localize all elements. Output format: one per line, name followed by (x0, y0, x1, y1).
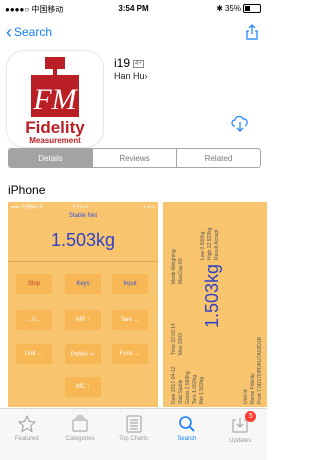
info-maxcap: MaxCap 60 (178, 258, 184, 284)
tab-top-charts[interactable]: Top Charts (107, 409, 160, 460)
back-label: Search (14, 25, 53, 39)
mini-time: 下午5:00 (72, 204, 88, 209)
share-icon[interactable] (245, 24, 259, 40)
battery-percent: 35% (224, 4, 241, 13)
app-name: i19 (114, 56, 131, 70)
updates-badge: 5 (245, 411, 257, 422)
key-unit: Unit ← (16, 344, 52, 364)
key-func: Func → (112, 344, 148, 364)
chevron-right-icon: › (144, 71, 148, 81)
tab-related[interactable]: Related (176, 149, 260, 167)
info-unit: Unit Id (243, 389, 249, 404)
app-icon: FM Fidelity Measurement (6, 50, 104, 148)
tab-featured[interactable]: Featured (0, 409, 53, 460)
keypad-divider (8, 261, 158, 262)
key-keys: Keys (65, 274, 101, 294)
search-icon (179, 416, 195, 432)
battery-icon (243, 4, 261, 13)
tab-reviews[interactable]: Reviews (92, 149, 176, 167)
segmented-control: Details Reviews Related (8, 148, 261, 168)
info-date: Date 2017-04-12 (171, 366, 177, 404)
screenshot-2[interactable]: 1.503kg Mode Weighing MaxCap 60 Low 0.50… (163, 202, 267, 407)
tab-label: Categories (65, 436, 95, 442)
bluetooth-icon: ✱ (216, 4, 223, 13)
mini-battery: 1 81% (143, 204, 155, 209)
tab-label: Top Charts (119, 436, 149, 442)
info-high: High 12.523kg (207, 227, 213, 260)
info-name: Name Fidelity (250, 373, 256, 404)
logo-monogram: FM (32, 83, 78, 116)
developer-link[interactable]: Han Hu› (114, 71, 148, 81)
info-max: Max 2003 (178, 333, 184, 355)
info-low: Low 0.500kg (200, 231, 206, 260)
key-mr: MR ↑ (65, 310, 101, 330)
download-cloud-icon[interactable] (230, 114, 250, 132)
tab-updates[interactable]: 5 Updates (214, 409, 267, 460)
tab-categories[interactable]: Categories (53, 409, 106, 460)
tab-search[interactable]: Search (160, 409, 213, 460)
list-icon (126, 415, 142, 433)
tab-label: Updates (229, 438, 252, 444)
key-stop: Stop (16, 274, 52, 294)
weight-readout: 1.503kg (50, 230, 116, 250)
updates-icon-wrap: 5 (230, 411, 257, 436)
status-bar: ●●●●○ 中国移动 3:54 PM ✱ 35% (0, 0, 267, 18)
navigation-bar: ‹ Search (0, 20, 267, 46)
screenshot-1[interactable]: ●●●○ 中国移动 令 下午5:00 1 81% Stable Net 1.50… (8, 202, 158, 407)
info-mode: Mode Weighing (171, 249, 177, 284)
info-gross: Gross 2.589kg (185, 371, 191, 404)
info-stat: Stat Stable (178, 379, 184, 404)
logo-subtitle: Measurement (29, 136, 81, 145)
battery-fill (245, 6, 250, 11)
section-title: iPhone (8, 183, 46, 197)
mini-carrier: ●●●○ 中国移动 令 (11, 204, 43, 209)
star-icon (17, 414, 36, 433)
info-prod: Prod 7.0D17DPDKU7A02D1B (257, 337, 263, 404)
key-print: Prt/M+ ↵ (65, 344, 101, 364)
info-net: Net 1.503kg (199, 377, 205, 404)
chevron-left-icon: ‹ (6, 22, 12, 42)
fidelity-logo-icon: FM Fidelity Measurement (25, 57, 85, 145)
tab-label: Search (177, 436, 197, 442)
categories-icon (72, 415, 88, 432)
info-result: Result Accept (214, 229, 220, 260)
app-title: i19 4+ (114, 56, 144, 70)
key-zero: →0← (16, 310, 52, 330)
tab-label: Featured (14, 436, 39, 442)
stable-net-label: Stable Net (68, 213, 98, 219)
info-time: Time 22:03:14 (171, 323, 177, 355)
key-input: Input (112, 274, 148, 294)
developer-name: Han Hu (114, 71, 145, 81)
tab-bar: Featured Categories Top Charts Search 5 … (0, 408, 267, 460)
age-rating-badge: 4+ (133, 60, 144, 68)
status-right: ✱ 35% (216, 4, 261, 13)
tab-details[interactable]: Details (9, 149, 92, 167)
weight-readout-rotated: 1.503kg (202, 263, 222, 328)
logo-wordmark: Fidelity (25, 118, 85, 137)
key-tare: Tare → (112, 310, 148, 330)
info-tare: Tare 1.062kg (192, 375, 198, 404)
key-mc: MC ↓ (65, 377, 101, 397)
back-button[interactable]: ‹ Search (6, 23, 52, 41)
